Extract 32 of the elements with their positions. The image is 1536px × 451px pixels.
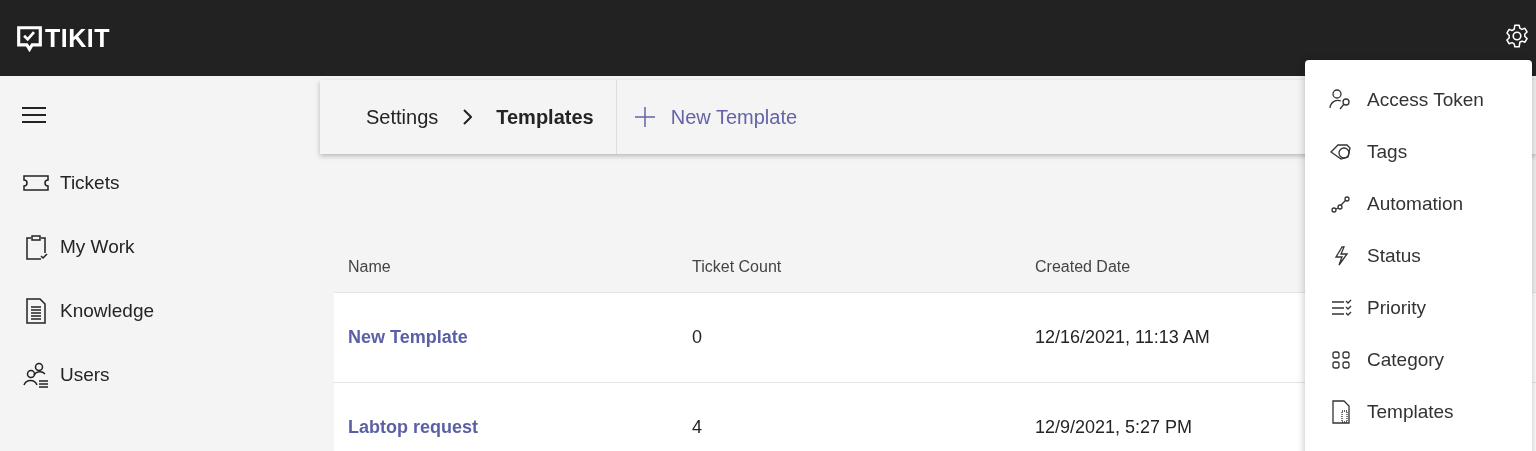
grid-icon: [1329, 348, 1353, 372]
column-header: Created Date: [1035, 258, 1132, 276]
settings-menu-item[interactable]: Status: [1305, 230, 1532, 282]
settings-menu-item[interactable]: Tags: [1305, 126, 1532, 178]
menu-icon[interactable]: [22, 106, 46, 124]
people-icon: [22, 361, 50, 389]
table-cell: 12/16/2021, 11:13 AM: [1035, 327, 1210, 348]
settings-menu-item[interactable]: Category: [1305, 334, 1532, 386]
sidebar-item[interactable]: My Work: [22, 215, 320, 279]
logo-icon: [16, 24, 43, 52]
sidebar-item[interactable]: Knowledge: [22, 279, 320, 343]
sidebar-item[interactable]: Users: [22, 343, 320, 407]
column-header: Name: [348, 258, 392, 276]
settings-menu-item[interactable]: Access Token: [1305, 74, 1532, 126]
brand-name: TIKIT: [45, 23, 110, 53]
settings-icon[interactable]: [1504, 23, 1530, 49]
settings-menu-item[interactable]: Templates: [1305, 386, 1532, 438]
chevron-icon: [462, 109, 473, 125]
table-cell: 4: [692, 417, 702, 438]
template-link[interactable]: New Template: [348, 327, 468, 348]
settings-menu-item[interactable]: Automation: [1305, 178, 1532, 230]
table-cell: 0: [692, 327, 702, 348]
new-template-button[interactable]: New Template: [616, 97, 816, 137]
sidebar-item[interactable]: Tickets: [22, 151, 320, 215]
breadcrumb-item: Templates: [496, 105, 594, 129]
template-link[interactable]: Labtop request: [348, 417, 478, 438]
column-header: Ticket Count: [692, 258, 783, 276]
plus-icon: [634, 107, 655, 127]
table-cell: 12/9/2021, 5:27 PM: [1035, 417, 1193, 438]
document-icon: [1329, 400, 1353, 424]
person-key-icon: [1329, 88, 1353, 112]
breadcrumb-item[interactable]: Settings: [366, 105, 439, 129]
